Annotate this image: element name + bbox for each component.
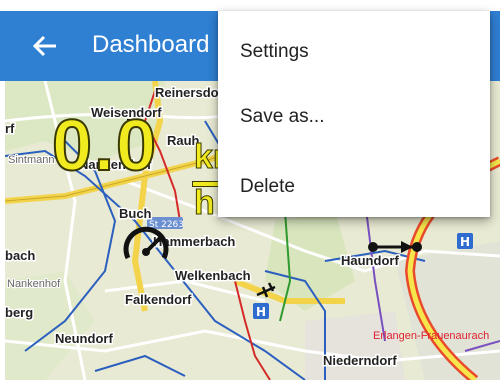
- svg-text:Erlangen-Frauenaurach: Erlangen-Frauenaurach: [373, 330, 489, 342]
- menu-item-label: Settings: [240, 41, 309, 62]
- speed-value: 0.0: [51, 106, 159, 186]
- menu-item-save-as[interactable]: Save as...: [218, 86, 490, 146]
- svg-text:Niederndorf: Niederndorf: [323, 353, 397, 368]
- hospital-marker-icon[interactable]: H: [253, 303, 269, 319]
- back-button[interactable]: [28, 29, 62, 63]
- menu-item-label: Save as...: [240, 106, 325, 127]
- speed-unit-h: h: [194, 184, 216, 222]
- svg-text:rf: rf: [5, 121, 15, 136]
- menu-item-delete[interactable]: Delete: [218, 156, 490, 216]
- menu-item-settings[interactable]: Settings: [218, 21, 490, 81]
- arrow-left-icon: [32, 35, 56, 57]
- svg-text:Sintmann: Sintmann: [8, 154, 54, 166]
- svg-text:Nankenhof: Nankenhof: [7, 278, 61, 290]
- svg-text:bach: bach: [5, 248, 35, 263]
- speedometer-icon: [120, 218, 172, 270]
- svg-text:Welkenbach: Welkenbach: [175, 268, 251, 283]
- page-title: Dashboard: [92, 31, 210, 58]
- hospital-marker-icon[interactable]: H: [457, 233, 473, 249]
- svg-text:H: H: [256, 305, 266, 319]
- overflow-menu: Settings Save as... Delete: [218, 11, 490, 217]
- svg-text:berg: berg: [5, 305, 33, 320]
- svg-text:H: H: [460, 235, 470, 249]
- clipped-heading-strip: [0, 0, 500, 11]
- menu-item-label: Delete: [240, 176, 295, 197]
- svg-text:Haundorf: Haundorf: [341, 253, 399, 268]
- svg-text:Falkendorf: Falkendorf: [125, 292, 192, 307]
- svg-text:Neundorf: Neundorf: [55, 331, 113, 346]
